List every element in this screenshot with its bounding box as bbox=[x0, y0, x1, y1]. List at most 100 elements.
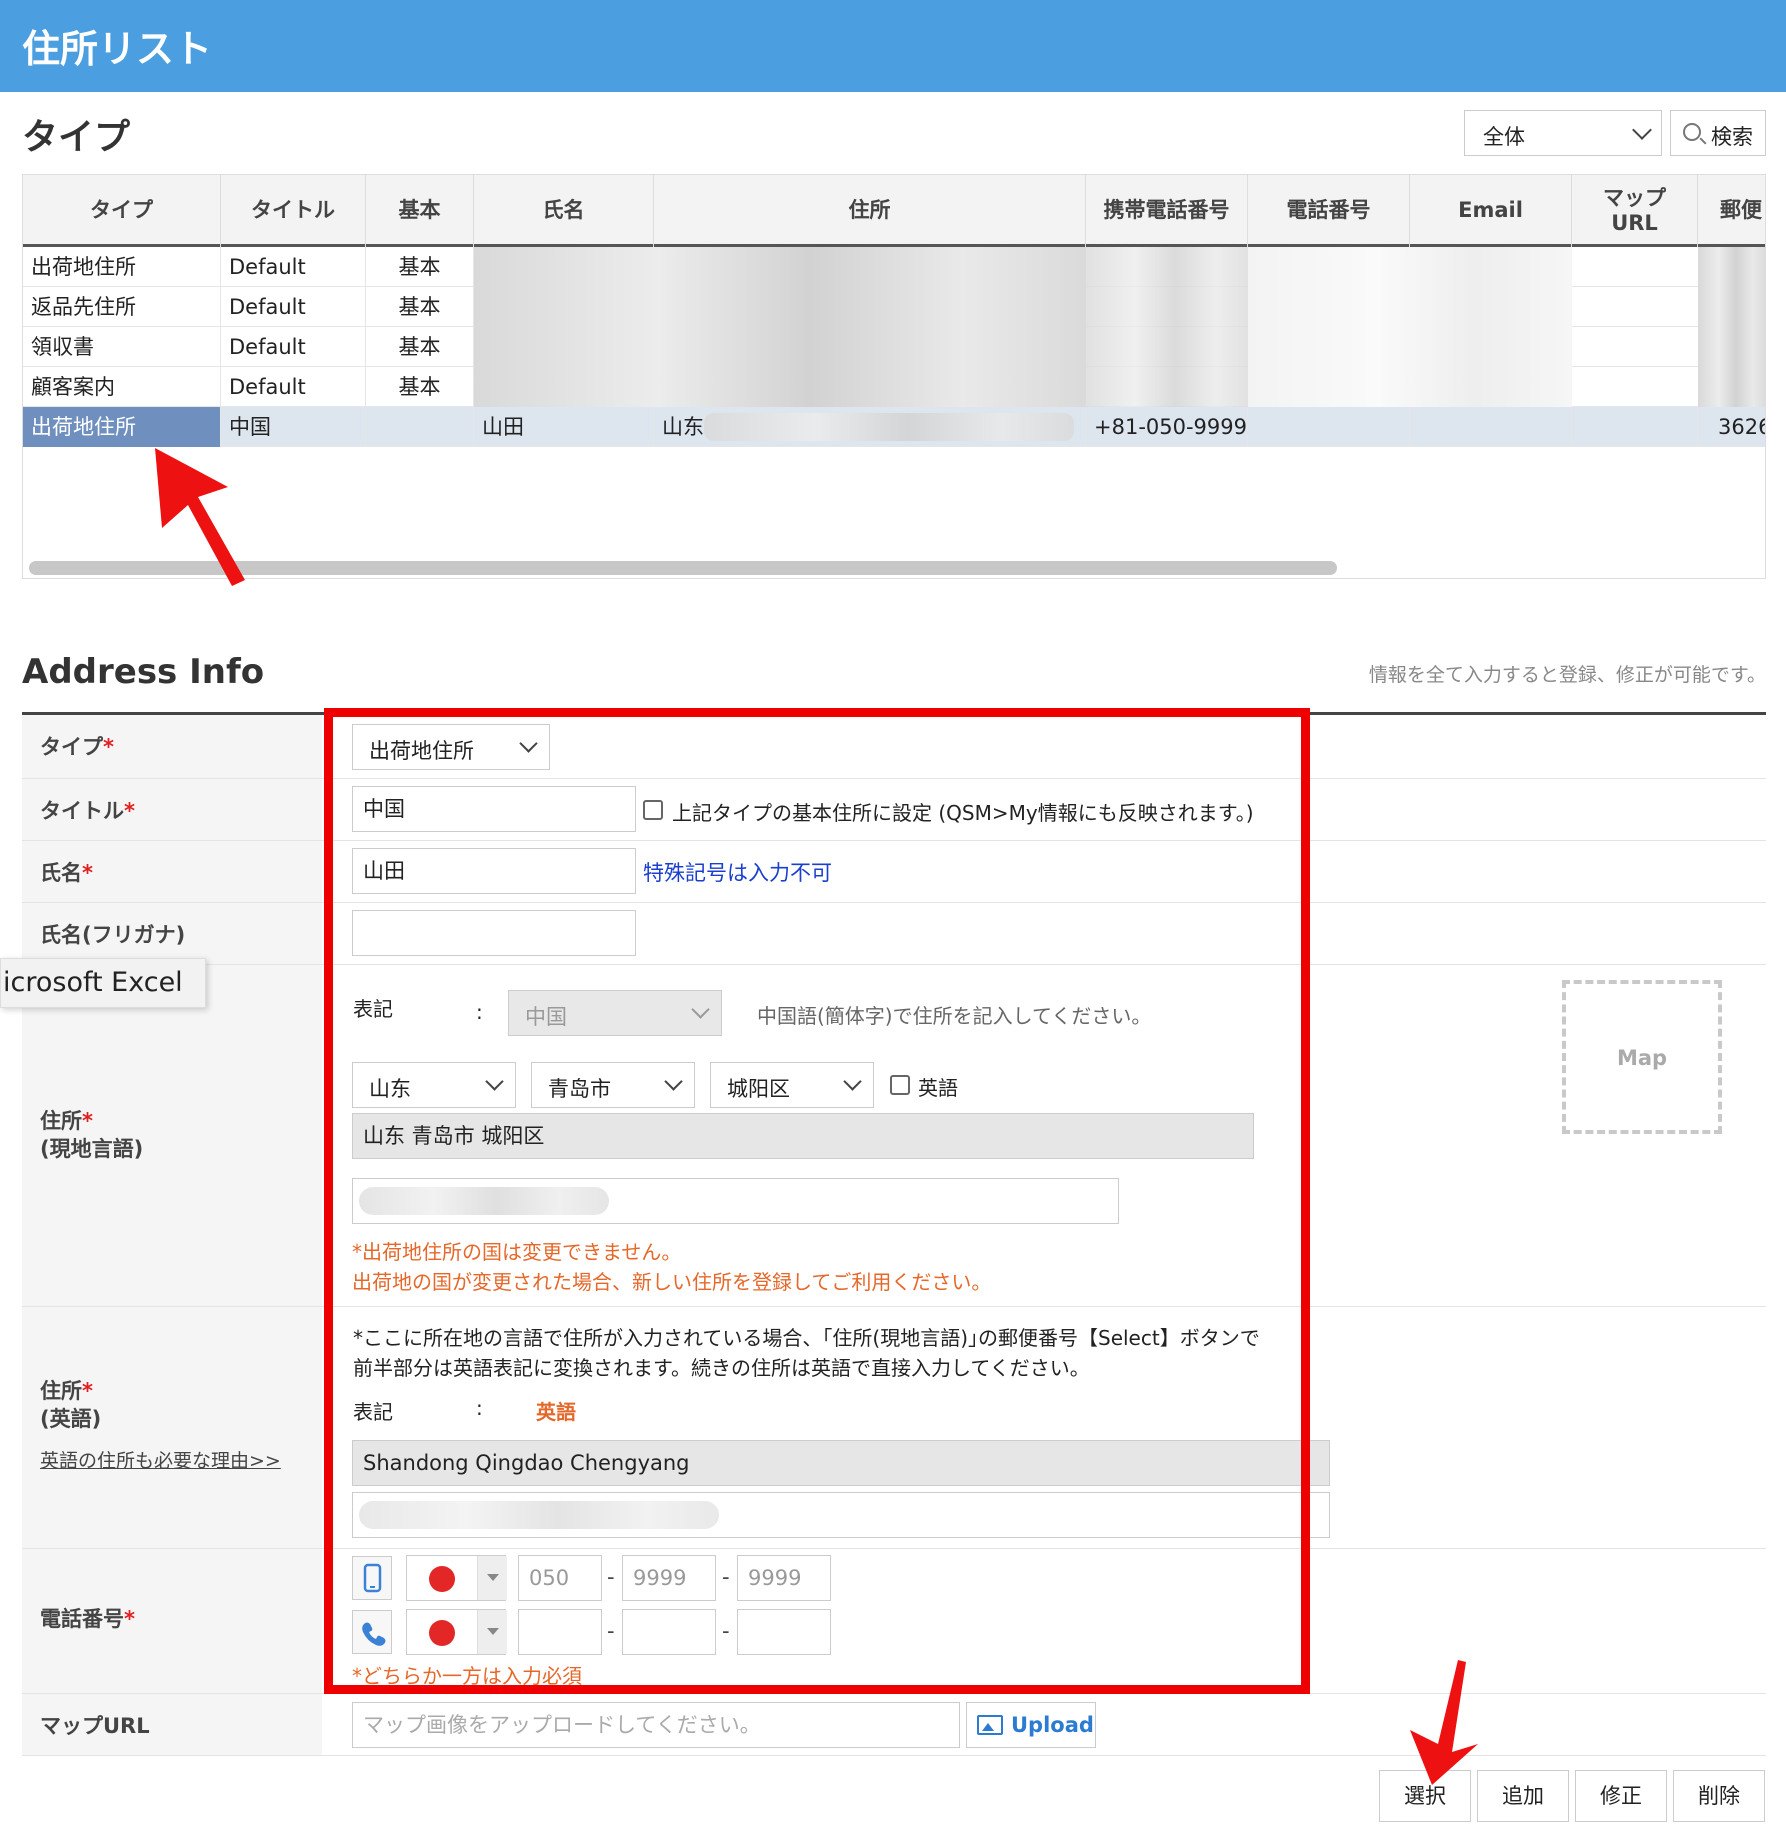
cell-type: 出荷地住所 bbox=[23, 407, 221, 447]
map-label: Map bbox=[1616, 1046, 1668, 1070]
landline-country-code-select[interactable] bbox=[406, 1609, 507, 1655]
label-map-url: マップURL bbox=[40, 1714, 150, 1738]
landline-part1-input[interactable] bbox=[518, 1609, 602, 1655]
app-tooltip: icrosoft Excel bbox=[0, 958, 206, 1008]
cell-address: 山东 bbox=[654, 407, 1086, 447]
notation-label: 表記 bbox=[353, 1400, 393, 1424]
required-mark: * bbox=[82, 1379, 93, 1403]
city-select[interactable]: 青岛市 bbox=[531, 1062, 695, 1108]
map-url-input[interactable]: マップ画像をアップロードしてください。 bbox=[352, 1702, 960, 1748]
delete-button[interactable]: 削除 bbox=[1673, 1770, 1765, 1822]
landline-part3-input[interactable] bbox=[737, 1609, 831, 1655]
type-filter-value: 全体 bbox=[1483, 125, 1525, 149]
table-row-selected[interactable]: 出荷地住所 中国 山田 山东 +81-050-9999-9 3626 bbox=[23, 407, 1765, 447]
notation-colon: : bbox=[476, 1396, 483, 1420]
column-header-map-url[interactable]: マップ URL bbox=[1572, 175, 1698, 247]
page-title: 住所リスト bbox=[22, 27, 213, 71]
form-label: タイトル* bbox=[22, 779, 322, 840]
required-mark: * bbox=[82, 1109, 93, 1133]
english-address-combined: Shandong Qingdao Chengyang bbox=[352, 1440, 1330, 1486]
form-label: タイプ* bbox=[22, 715, 322, 778]
form-row-phone: 電話番号* bbox=[22, 1549, 1766, 1694]
flag-icon bbox=[429, 1620, 455, 1646]
redacted-area bbox=[1086, 247, 1248, 407]
form-row-furigana: 氏名(フリガナ) bbox=[22, 903, 1766, 965]
required-mark: * bbox=[82, 861, 93, 885]
add-button[interactable]: 追加 bbox=[1477, 1770, 1569, 1822]
english-checkbox[interactable] bbox=[890, 1075, 910, 1095]
header-bar: 住所リスト bbox=[0, 0, 1786, 92]
redacted-area bbox=[1698, 247, 1765, 407]
select-button[interactable]: 選択 bbox=[1379, 1770, 1471, 1822]
column-header-email[interactable]: Email bbox=[1410, 175, 1572, 247]
name-input[interactable]: 山田 bbox=[352, 848, 636, 894]
notation-colon: : bbox=[476, 1000, 483, 1024]
country-hint: 中国語(簡体字)で住所を記入してください。 bbox=[757, 1004, 1152, 1028]
landline-part2-input[interactable] bbox=[622, 1609, 716, 1655]
map-placeholder[interactable]: Map bbox=[1562, 980, 1722, 1134]
search-button[interactable]: 検索 bbox=[1670, 110, 1766, 156]
why-english-link[interactable]: 英語の住所も必要な理由>> bbox=[40, 1449, 281, 1475]
column-header-address[interactable]: 住所 bbox=[654, 175, 1086, 247]
cell-type: 出荷地住所 bbox=[23, 247, 221, 287]
redacted-area bbox=[704, 413, 1074, 441]
column-header-basic[interactable]: 基本 bbox=[366, 175, 474, 247]
search-button-label: 検索 bbox=[1711, 125, 1753, 149]
country-select[interactable]: 中国 bbox=[508, 990, 722, 1036]
english-address-detail-input[interactable] bbox=[352, 1492, 1330, 1538]
phone-required-note: *どちらか一方は入力必須 bbox=[352, 1664, 582, 1688]
label-address: 住所 bbox=[40, 1109, 82, 1133]
name-hint: 特殊記号は入力不可 bbox=[643, 861, 832, 885]
column-header-mobile[interactable]: 携帯電話番号 bbox=[1086, 175, 1248, 247]
title-input[interactable]: 中国 bbox=[352, 786, 636, 832]
address-info-note: 情報を全て入力すると登録、修正が可能です。 bbox=[1368, 664, 1766, 686]
cell-phone bbox=[1248, 407, 1410, 447]
redacted-area bbox=[1248, 247, 1572, 407]
local-address-combined: 山东 青岛市 城阳区 bbox=[352, 1113, 1254, 1159]
edit-button[interactable]: 修正 bbox=[1575, 1770, 1667, 1822]
mobile-part1-input[interactable]: 050 bbox=[518, 1555, 602, 1601]
cell-basic: 基本 bbox=[366, 247, 474, 287]
column-header-phone[interactable]: 電話番号 bbox=[1248, 175, 1410, 247]
english-note-1: *ここに所在地の言語で住所が入力されている場合、｢住所(現地言語)｣の郵便番号【… bbox=[353, 1326, 1260, 1350]
cell-basic: 基本 bbox=[366, 287, 474, 327]
province-select[interactable]: 山东 bbox=[352, 1062, 516, 1108]
form-row-type: タイプ* bbox=[22, 715, 1766, 779]
column-header-name[interactable]: 氏名 bbox=[474, 175, 654, 247]
column-header-postal[interactable]: 郵便 bbox=[1698, 175, 1765, 247]
english-checkbox-label: 英語 bbox=[918, 1076, 958, 1100]
district-select[interactable]: 城阳区 bbox=[710, 1062, 874, 1108]
mobile-country-code-select[interactable] bbox=[406, 1555, 507, 1601]
cell-address-text: 山东 bbox=[662, 415, 704, 439]
country-select-value: 中国 bbox=[525, 1005, 567, 1029]
form-label: 電話番号* bbox=[22, 1549, 322, 1693]
cell-basic bbox=[366, 407, 474, 447]
mobile-part3-input[interactable]: 9999 bbox=[737, 1555, 831, 1601]
cell-type: 領収書 bbox=[23, 327, 221, 367]
upload-button[interactable]: Upload bbox=[966, 1702, 1096, 1748]
warning-register-new: 出荷地の国が変更された場合、新しい住所を登録してご利用ください。 bbox=[352, 1270, 992, 1294]
required-mark: * bbox=[103, 735, 114, 759]
label-name: 氏名 bbox=[40, 861, 82, 885]
local-address-detail-input[interactable] bbox=[352, 1178, 1119, 1224]
redacted-area bbox=[474, 247, 1086, 407]
label-type: タイプ bbox=[40, 735, 103, 759]
address-grid: タイプ タイトル 基本 氏名 住所 携帯電話番号 電話番号 Email マップ … bbox=[22, 174, 1766, 579]
column-header-type[interactable]: タイプ bbox=[23, 175, 221, 247]
type-select[interactable]: 出荷地住所 bbox=[352, 724, 550, 770]
label-address: 住所 bbox=[40, 1379, 82, 1403]
cell-mobile: +81-050-9999-9 bbox=[1086, 407, 1248, 447]
mobile-part2-input[interactable]: 9999 bbox=[622, 1555, 716, 1601]
mobile-phone-icon bbox=[352, 1556, 392, 1600]
furigana-input[interactable] bbox=[352, 910, 636, 956]
type-filter-select[interactable]: 全体 bbox=[1464, 110, 1662, 156]
required-mark: * bbox=[124, 799, 135, 823]
chevron-down-icon bbox=[1632, 120, 1652, 140]
chevron-down-icon bbox=[664, 1072, 683, 1091]
form-label: 住所* (英語) 英語の住所も必要な理由>> bbox=[22, 1307, 322, 1548]
cell-basic: 基本 bbox=[366, 367, 474, 407]
english-notation-value: 英語 bbox=[536, 1400, 576, 1424]
column-header-title[interactable]: タイトル bbox=[221, 175, 366, 247]
default-address-checkbox[interactable] bbox=[643, 800, 663, 820]
redacted-area bbox=[359, 1187, 609, 1215]
